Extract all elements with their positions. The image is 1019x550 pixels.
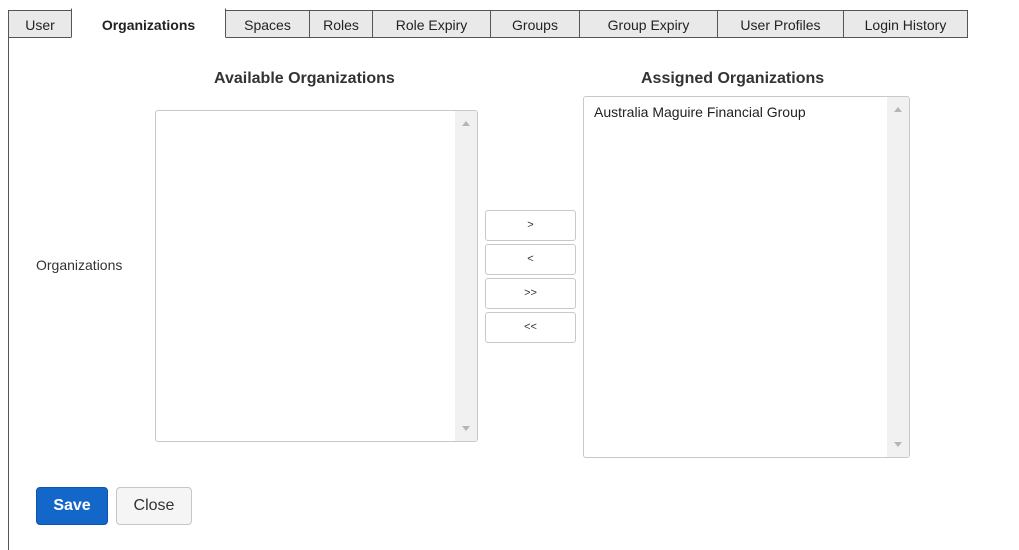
save-button[interactable]: Save [36, 487, 108, 525]
move-selected-left-button[interactable]: < [485, 244, 576, 275]
organizations-field-label: Organizations [36, 257, 123, 273]
tab-login-history[interactable]: Login History [843, 10, 968, 38]
list-item[interactable]: Australia Maguire Financial Group [594, 104, 806, 120]
move-selected-right-button[interactable]: > [485, 210, 576, 241]
assigned-organizations-heading: Assigned Organizations [641, 70, 825, 87]
tab-user-profiles[interactable]: User Profiles [717, 10, 844, 38]
tab-bar: User Organizations Spaces Roles Role Exp… [8, 8, 968, 38]
tab-role-expiry[interactable]: Role Expiry [372, 10, 491, 38]
available-organizations-heading: Available Organizations [214, 70, 395, 87]
close-button[interactable]: Close [116, 487, 192, 525]
available-list-scrollbar[interactable] [455, 111, 477, 441]
tab-user[interactable]: User [8, 10, 72, 38]
user-edit-page: User Organizations Spaces Roles Role Exp… [0, 0, 1019, 550]
available-organizations-list[interactable] [155, 110, 478, 442]
scroll-up-icon[interactable] [462, 121, 470, 126]
tab-group-expiry[interactable]: Group Expiry [579, 10, 718, 38]
scroll-down-icon[interactable] [462, 426, 470, 431]
move-all-right-button[interactable]: >> [485, 278, 576, 309]
tab-groups[interactable]: Groups [490, 10, 580, 38]
tab-roles[interactable]: Roles [309, 10, 373, 38]
tab-spaces[interactable]: Spaces [225, 10, 310, 38]
scroll-down-icon[interactable] [894, 442, 902, 447]
tab-organizations[interactable]: Organizations [71, 8, 226, 38]
scroll-up-icon[interactable] [894, 107, 902, 112]
move-all-left-button[interactable]: << [485, 312, 576, 343]
assigned-organizations-list[interactable]: Australia Maguire Financial Group [583, 96, 910, 458]
assigned-list-scrollbar[interactable] [887, 97, 909, 457]
